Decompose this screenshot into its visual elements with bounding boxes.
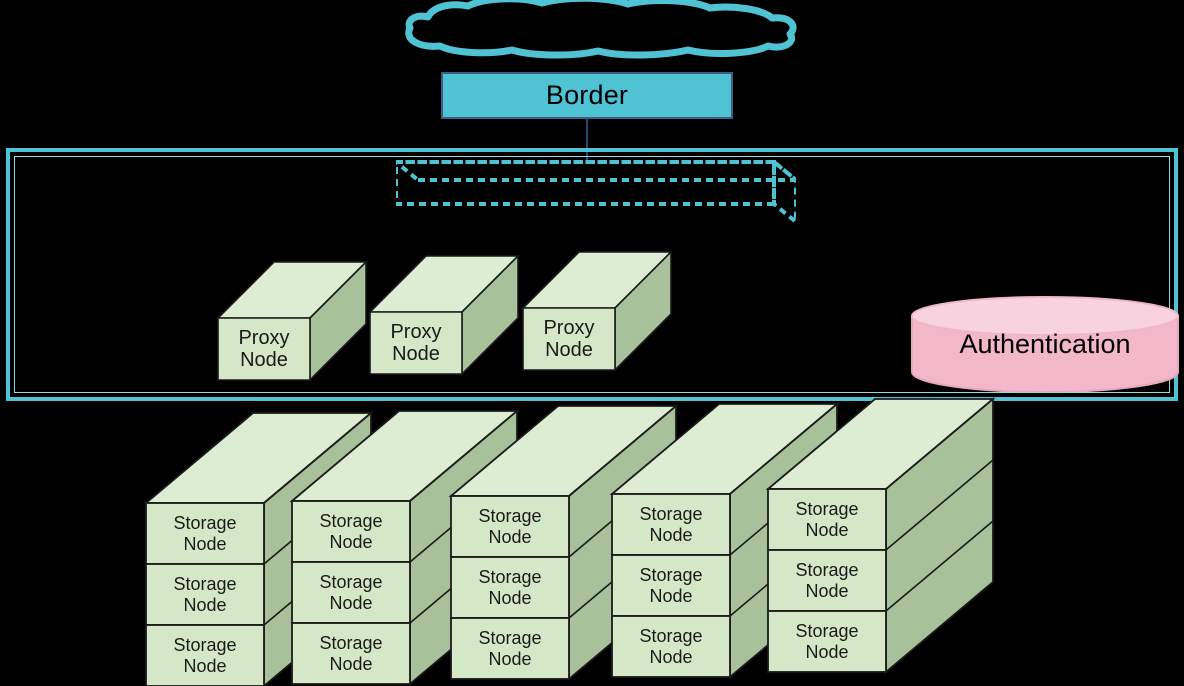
- internet-cloud-icon: [392, 0, 808, 60]
- border-node-label: Border: [545, 80, 629, 110]
- proxy-node-box[interactable]: [521, 226, 673, 374]
- proxy-node-box[interactable]: [216, 236, 368, 384]
- diagram-canvas: Border Proxy Node Proxy Node Proxy Node …: [0, 0, 1184, 686]
- network-slab[interactable]: [390, 157, 802, 227]
- border-node-box[interactable]: Border: [441, 72, 733, 119]
- storage-stack[interactable]: [765, 397, 996, 674]
- authentication-cylinder[interactable]: [910, 296, 1180, 393]
- proxy-node-box[interactable]: [368, 230, 520, 378]
